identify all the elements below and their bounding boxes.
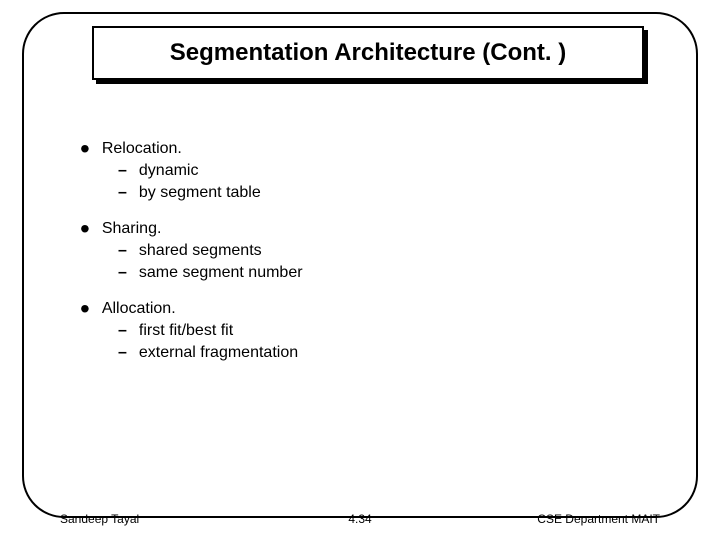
footer: Sandeep Tayal 4.34 CSE Department MAIT	[60, 510, 660, 528]
sub-bullet-label: external fragmentation	[139, 344, 298, 362]
footer-left: Sandeep Tayal	[60, 512, 139, 526]
slide-title: Segmentation Architecture (Cont. )	[170, 39, 566, 67]
dash-icon: –	[118, 242, 127, 260]
title-box: Segmentation Architecture (Cont. )	[92, 26, 644, 80]
dash-icon: –	[118, 184, 127, 202]
sub-bullet-label: first fit/best fit	[139, 322, 233, 340]
content-area: • Relocation. – dynamic – by segment tab…	[80, 140, 640, 380]
bullet-icon: •	[80, 302, 90, 316]
footer-right: CSE Department MAIT	[537, 512, 660, 526]
bullet-icon: •	[80, 142, 90, 156]
sub-bullet-label: same segment number	[139, 264, 303, 282]
sub-bullet-row: – same segment number	[118, 264, 640, 282]
bullet-icon: •	[80, 222, 90, 236]
bullet-group: • Sharing. – shared segments – same segm…	[80, 220, 640, 282]
dash-icon: –	[118, 162, 127, 180]
dash-icon: –	[118, 344, 127, 362]
sub-bullet-label: dynamic	[139, 162, 199, 180]
sub-bullet-row: – first fit/best fit	[118, 322, 640, 340]
sub-bullet-row: – external fragmentation	[118, 344, 640, 362]
bullet-row: • Relocation.	[80, 140, 640, 158]
bullet-label: Relocation.	[102, 140, 182, 158]
bullet-label: Sharing.	[102, 220, 162, 238]
footer-center: 4.34	[348, 512, 371, 526]
sub-bullet-row: – by segment table	[118, 184, 640, 202]
bullet-row: • Sharing.	[80, 220, 640, 238]
slide: Segmentation Architecture (Cont. ) • Rel…	[0, 0, 720, 540]
sub-bullet-row: – shared segments	[118, 242, 640, 260]
dash-icon: –	[118, 322, 127, 340]
sub-bullet-row: – dynamic	[118, 162, 640, 180]
sub-bullet-label: by segment table	[139, 184, 261, 202]
bullet-group: • Allocation. – first fit/best fit – ext…	[80, 300, 640, 362]
bullet-row: • Allocation.	[80, 300, 640, 318]
sub-bullet-label: shared segments	[139, 242, 262, 260]
dash-icon: –	[118, 264, 127, 282]
bullet-group: • Relocation. – dynamic – by segment tab…	[80, 140, 640, 202]
bullet-label: Allocation.	[102, 300, 176, 318]
